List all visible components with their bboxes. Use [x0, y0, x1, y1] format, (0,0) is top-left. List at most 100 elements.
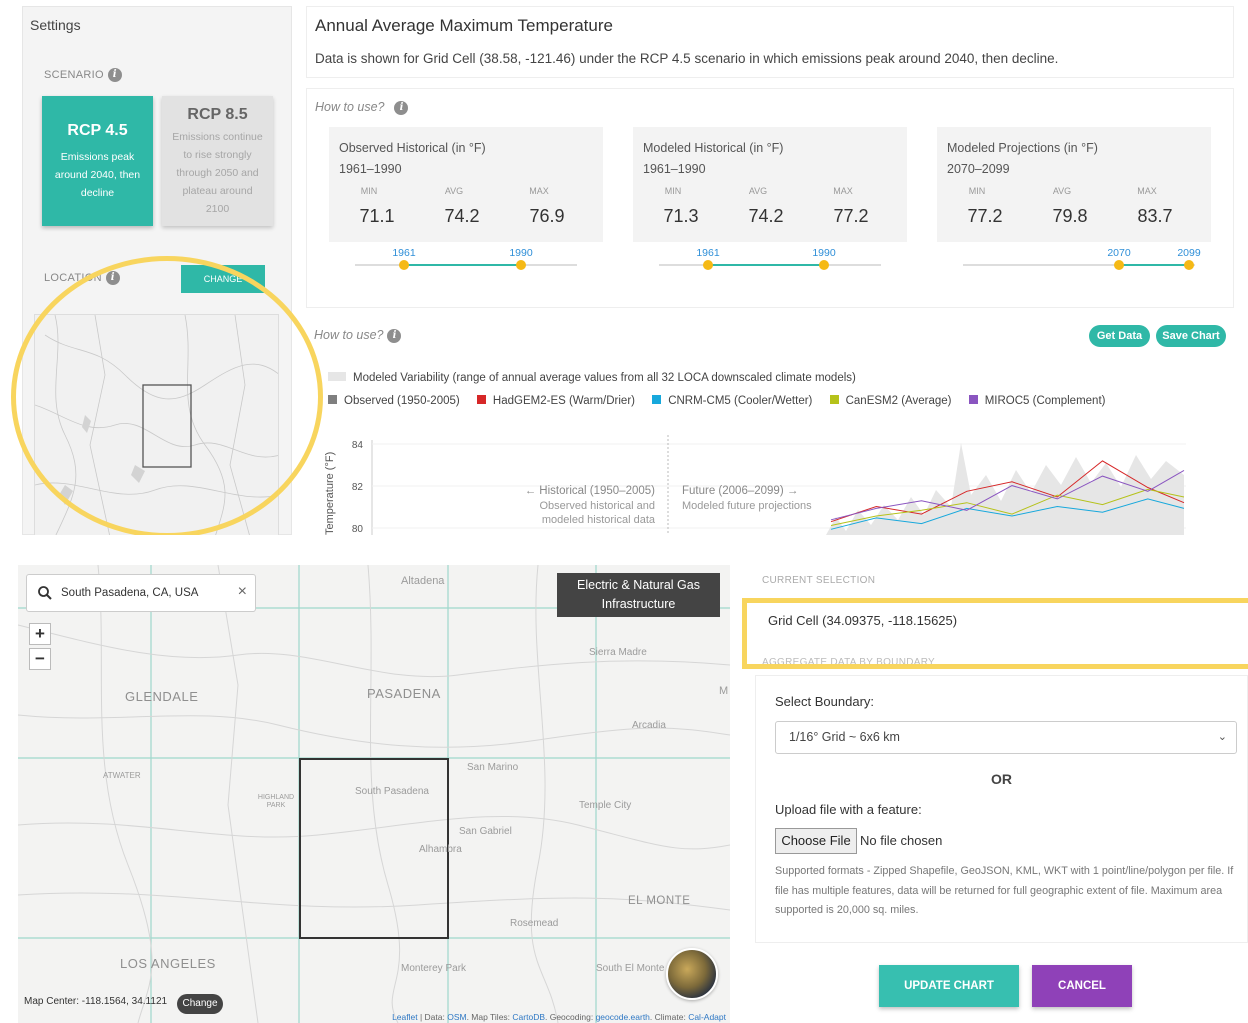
slider-end-handle[interactable]: [819, 260, 829, 270]
current-selection-label: CURRENT SELECTION: [762, 575, 876, 586]
y-tick-label: 80: [352, 524, 364, 535]
place-label: Monterey Park: [401, 963, 467, 974]
chart-card: How to use? i Get Data Save Chart Modeled…: [306, 318, 1234, 535]
slider-fill: [708, 264, 824, 266]
max-header: MAX: [1137, 186, 1157, 196]
legend-swatch: [968, 395, 978, 404]
stat-years: 1961–1990: [643, 162, 706, 176]
attribution-link[interactable]: CartoDB: [512, 1012, 545, 1022]
place-label: Arcadia: [632, 720, 666, 731]
place-label: Altadena: [401, 575, 445, 587]
legend-item-canesm[interactable]: CanESM2 (Average): [829, 395, 952, 407]
legend-label: CanESM2 (Average): [845, 395, 952, 407]
page-title: Annual Average Maximum Temperature: [315, 16, 613, 35]
info-icon[interactable]: i: [387, 328, 402, 343]
map-attribution: Leaflet | Data: OSM. Map Tiles: CartoDB.…: [392, 1012, 726, 1022]
legend-item-observed[interactable]: Observed (1950-2005): [328, 395, 460, 407]
place-label: HIGHLAND PARK: [257, 794, 295, 809]
info-icon[interactable]: i: [107, 68, 122, 82]
legend-swatch: [476, 395, 486, 404]
year-range-slider[interactable]: 1961 1990: [355, 247, 577, 277]
slider-start-handle[interactable]: [703, 260, 713, 270]
highlight-circle: [11, 256, 323, 535]
legend-item-miroc[interactable]: MIROC5 (Complement): [968, 395, 1106, 407]
slider-start-label: 2070: [1107, 247, 1131, 259]
infrastructure-layer-toggle[interactable]: Electric & Natural Gas Infrastructure: [557, 573, 720, 617]
slider-fill: [1119, 264, 1189, 266]
attribution-link[interactable]: geocode.earth: [596, 1012, 650, 1022]
max-header: MAX: [833, 186, 853, 196]
slider-start-handle[interactable]: [1114, 260, 1124, 270]
place-label: M: [719, 685, 729, 697]
clear-search-icon[interactable]: ×: [238, 583, 247, 601]
variability-legend-text: Modeled Variability (range of annual ave…: [353, 372, 856, 384]
place-label: LOS ANGELES: [120, 956, 216, 971]
attribution-link[interactable]: Leaflet: [392, 1012, 418, 1022]
info-icon[interactable]: i: [394, 100, 409, 115]
scenario-label: SCENARIO i: [44, 68, 122, 82]
get-data-button[interactable]: Get Data: [1089, 325, 1150, 347]
slider-end-handle[interactable]: [516, 260, 526, 270]
temperature-chart[interactable]: Temperature (°F) 84 82 80 ← Historical (…: [306, 435, 1234, 535]
search-icon: [38, 586, 52, 600]
y-tick-label: 84: [352, 440, 364, 451]
attribution-text: . Geocoding:: [545, 1012, 596, 1022]
how-to-use-link[interactable]: How to use? i: [314, 328, 402, 343]
update-chart-button[interactable]: UPDATE CHART: [879, 965, 1019, 1007]
avg-header: AVG: [1052, 186, 1072, 196]
place-label: South El Monte: [596, 963, 665, 974]
slider-end-handle[interactable]: [1184, 260, 1194, 270]
slider-end-label: 1990: [509, 247, 533, 259]
search-input[interactable]: South Pasadena, CA, USA: [61, 587, 198, 599]
boundary-select[interactable]: 1/16° Grid ~ 6x6 km ⌄: [775, 721, 1237, 754]
legend-label: MIROC5 (Complement): [984, 395, 1106, 407]
min-header: MIN: [664, 186, 682, 196]
save-chart-button[interactable]: Save Chart: [1156, 325, 1226, 347]
slider-fill: [404, 264, 521, 266]
upload-help-text: Supported formats - Zipped Shapefile, Ge…: [775, 865, 1234, 916]
how-to-use-link[interactable]: How to use? i: [315, 100, 409, 115]
zoom-out-button[interactable]: −: [29, 648, 51, 670]
zoom-in-button[interactable]: +: [29, 623, 51, 645]
stats-card: How to use? i Observed Historical (in °F)…: [306, 88, 1234, 308]
attribution-link[interactable]: OSM: [447, 1012, 466, 1022]
map-center-readout: Map Center: -118.1564, 34.1121: [24, 996, 168, 1007]
location-map[interactable]: Altadena Sierra Madre GLENDALE PASADENA …: [18, 565, 730, 1023]
attribution-text: . Climate:: [649, 1012, 689, 1022]
place-label: ATWATER: [103, 771, 141, 780]
stat-label: Modeled Projections (in °F): [947, 141, 1098, 155]
place-label: Temple City: [579, 800, 632, 811]
min-value: 71.3: [663, 206, 699, 226]
max-value: 83.7: [1137, 206, 1173, 226]
avg-value: 74.2: [748, 206, 784, 226]
slider-start-handle[interactable]: [399, 260, 409, 270]
year-range-slider[interactable]: 2070 2099: [963, 247, 1201, 277]
avg-value: 79.8: [1052, 206, 1088, 226]
stat-years: 2070–2099: [947, 162, 1010, 176]
max-value: 76.9: [529, 206, 565, 226]
basemap-toggle[interactable]: [666, 948, 718, 1000]
modeled-projections-box: Modeled Projections (in °F) 2070–2099 MI…: [937, 127, 1211, 242]
variability-legend: Modeled Variability (range of annual ave…: [328, 372, 856, 384]
cancel-button[interactable]: CANCEL: [1032, 965, 1132, 1007]
year-range-slider[interactable]: 1961 1990: [659, 247, 881, 277]
place-label: GLENDALE: [125, 689, 199, 704]
location-search-box[interactable]: South Pasadena, CA, USA ×: [26, 574, 256, 612]
choose-file-button[interactable]: Choose File: [775, 828, 857, 854]
attribution-link[interactable]: Cal-Adapt: [688, 1012, 726, 1022]
legend-label: HadGEM2-ES (Warm/Drier): [492, 395, 635, 407]
legend-label: CNRM-CM5 (Cooler/Wetter): [668, 395, 813, 407]
legend-item-hadgem[interactable]: HadGEM2-ES (Warm/Drier): [476, 395, 635, 407]
map-change-button[interactable]: Change: [177, 994, 223, 1014]
stat-years: 1961–1990: [339, 162, 402, 176]
place-label: EL MONTE: [628, 895, 691, 907]
scenario-label-text: SCENARIO: [44, 68, 104, 81]
legend-item-cnrm[interactable]: CNRM-CM5 (Cooler/Wetter): [652, 395, 812, 407]
highlight-rectangle: [742, 598, 1248, 669]
rcp85-card[interactable]: RCP 8.5 Emissions continue to rise stron…: [162, 96, 273, 226]
min-value: 77.2: [967, 206, 1003, 226]
attribution-text: . Map Tiles:: [466, 1012, 513, 1022]
avg-value: 74.2: [444, 206, 480, 226]
boundary-select-value: 1/16° Grid ~ 6x6 km: [789, 730, 900, 744]
rcp45-card[interactable]: RCP 4.5 Emissions peak around 2040, then…: [42, 96, 153, 226]
